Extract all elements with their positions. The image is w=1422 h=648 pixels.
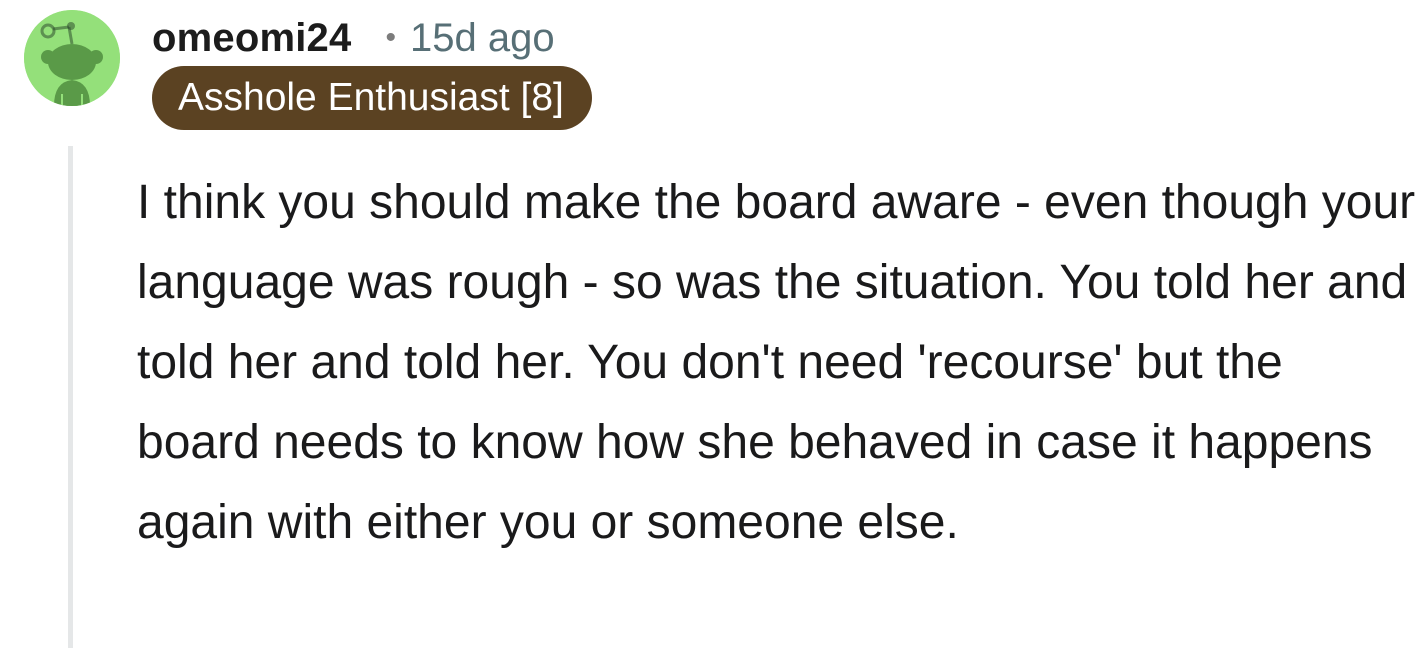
meta-separator: •	[385, 21, 396, 54]
user-avatar[interactable]	[24, 10, 120, 106]
comment-header: omeomi24 • 15d ago	[152, 12, 555, 64]
username-link[interactable]: omeomi24	[152, 16, 351, 61]
thread-line[interactable]	[68, 146, 73, 648]
reddit-snoo-avatar-icon	[24, 10, 120, 106]
comment-timestamp[interactable]: 15d ago	[410, 16, 555, 61]
comment-body: I think you should make the board aware …	[137, 176, 1416, 549]
user-flair-badge: Asshole Enthusiast [8]	[152, 66, 592, 130]
comment: omeomi24 • 15d ago Asshole Enthusiast [8…	[0, 0, 1422, 648]
